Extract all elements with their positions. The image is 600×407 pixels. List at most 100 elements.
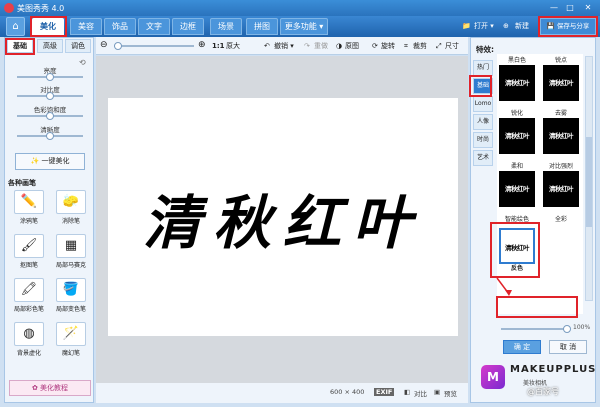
tab-beauty[interactable]: 美容 bbox=[70, 18, 102, 35]
compare-icon: ◑ bbox=[336, 42, 343, 50]
cancel-button[interactable]: 取 消 bbox=[549, 340, 587, 354]
bucket-icon: 🪣 bbox=[56, 278, 86, 302]
maximize-button[interactable]: □ bbox=[564, 2, 576, 13]
one-key-beautify-button[interactable]: ✨ 一键美化 bbox=[15, 153, 85, 170]
highlight-effect-invert bbox=[490, 222, 540, 278]
sharpness-slider[interactable] bbox=[17, 132, 83, 140]
zoom-slider[interactable] bbox=[114, 42, 194, 50]
subtab-color[interactable]: 调色 bbox=[65, 39, 91, 53]
effect-name: 全彩 bbox=[554, 216, 567, 223]
scroll-thumb[interactable] bbox=[586, 137, 592, 227]
effect-name: 黑白色 bbox=[507, 57, 526, 64]
undo-button[interactable]: 撤销 ▾ bbox=[274, 40, 294, 52]
annotation-arrow bbox=[496, 277, 512, 296]
tutorial-label: 美化教程 bbox=[40, 384, 69, 392]
work-area: 清秋红叶 bbox=[96, 56, 468, 383]
effect-sharpen[interactable]: 锐化 清秋红叶 bbox=[497, 109, 537, 154]
brush-doodle[interactable]: ✏️ 涂鸦笔 bbox=[9, 190, 49, 228]
original-image-button[interactable]: 原图 bbox=[345, 40, 359, 52]
tab-scene[interactable]: 场景 bbox=[210, 18, 242, 35]
effect-high-contrast[interactable]: 对比强烈 清秋红叶 bbox=[541, 162, 581, 207]
category-hot[interactable]: 热门 bbox=[473, 60, 493, 76]
opacity-knob[interactable] bbox=[563, 325, 571, 333]
brightness-slider[interactable] bbox=[17, 73, 83, 81]
new-button[interactable]: 新建 bbox=[515, 20, 529, 32]
rotate-button[interactable]: 旋转 bbox=[381, 40, 395, 52]
compare-toggle-icon: ◧ bbox=[404, 388, 411, 396]
preview-button[interactable]: 预览 bbox=[444, 388, 457, 398]
exif-button[interactable]: EXIF bbox=[374, 388, 395, 396]
redo-icon: ↷ bbox=[304, 42, 310, 50]
highlight-save-share bbox=[538, 16, 598, 37]
category-portrait[interactable]: 人像 bbox=[473, 114, 493, 130]
tab-collage[interactable]: 拼图 bbox=[246, 18, 278, 35]
image-canvas[interactable]: 清秋红叶 bbox=[108, 98, 458, 336]
main-toolbar: ⌂ 美化 美容 饰品 文字 边框 场景 拼图 更多功能 ▾ 📁 打开 ▾ ⊕ 新… bbox=[0, 16, 600, 37]
effects-scrollbar[interactable] bbox=[585, 56, 593, 301]
brush-recolor[interactable]: 🪣 局部变色笔 bbox=[51, 278, 91, 316]
brush-bg-blur[interactable]: ◍ 背景虚化 bbox=[9, 322, 49, 360]
effect-sharp-point[interactable]: 锐点 清秋红叶 bbox=[541, 56, 581, 101]
brightness-knob[interactable] bbox=[46, 73, 54, 81]
compare-button[interactable]: 对比 bbox=[414, 388, 427, 398]
open-button[interactable]: 打开 ▾ bbox=[474, 20, 494, 32]
zoom-out-icon[interactable]: ⊖ bbox=[100, 39, 108, 51]
minimize-button[interactable]: — bbox=[548, 2, 560, 13]
sharpness-knob[interactable] bbox=[46, 132, 54, 140]
effect-thumb: 清秋红叶 bbox=[499, 118, 535, 154]
zoom-in-icon[interactable]: ⊕ bbox=[198, 39, 206, 51]
effect-thumb: 清秋红叶 bbox=[543, 118, 579, 154]
app-logo-icon bbox=[4, 3, 14, 13]
canvas-toolbar: ⊖ ⊕ 1:1 原大 ↶ 撤销 ▾ ↷ 重做 ◑ 原图 ⟳ 旋转 ⌗ 裁剪 ⤢ … bbox=[96, 37, 468, 55]
sparkle-icon: ✿ bbox=[31, 384, 38, 392]
saturation-slider[interactable] bbox=[17, 112, 83, 120]
brand-banner: M MAKEUPPLUS 美妆相机 @百家号 bbox=[477, 362, 597, 398]
home-button[interactable]: ⌂ bbox=[6, 17, 25, 36]
category-fashion[interactable]: 时尚 bbox=[473, 132, 493, 148]
tab-frame[interactable]: 边框 bbox=[172, 18, 204, 35]
category-art[interactable]: 艺术 bbox=[473, 150, 493, 166]
brush-magic[interactable]: 🪄 魔幻笔 bbox=[51, 322, 91, 360]
resize-button[interactable]: 尺寸 bbox=[445, 40, 459, 52]
pencil-icon: ✏️ bbox=[14, 190, 44, 214]
brush-label: 抠图笔 bbox=[19, 262, 38, 269]
category-lomo[interactable]: Lomo bbox=[473, 96, 493, 112]
highlight-confirm bbox=[496, 296, 578, 318]
tutorial-button[interactable]: ✿ 美化教程 bbox=[9, 380, 91, 396]
effect-name: 锐点 bbox=[554, 57, 567, 64]
contrast-slider[interactable] bbox=[17, 92, 83, 100]
magic-icon: ✨ bbox=[30, 157, 40, 165]
brush-label: 消除笔 bbox=[61, 218, 80, 225]
tab-more[interactable]: 更多功能 ▾ bbox=[280, 18, 328, 35]
saturation-knob[interactable] bbox=[46, 112, 54, 120]
cutout-icon: 🖌 bbox=[14, 234, 44, 258]
brush-partial-color[interactable]: 🖍 局部彩色笔 bbox=[9, 278, 49, 316]
image-dimensions: 600 × 400 bbox=[330, 388, 365, 396]
effect-bw[interactable]: 黑白色 清秋红叶 bbox=[497, 56, 537, 101]
folder-icon: 📁 bbox=[462, 22, 471, 30]
makeupplus-logo-icon: M bbox=[481, 365, 505, 389]
brush-cutout[interactable]: 🖌 抠图笔 bbox=[9, 234, 49, 272]
contrast-knob[interactable] bbox=[46, 92, 54, 100]
close-button[interactable]: ✕ bbox=[582, 2, 594, 13]
tab-text[interactable]: 文字 bbox=[138, 18, 170, 35]
tab-accessories[interactable]: 饰品 bbox=[104, 18, 136, 35]
crop-button[interactable]: 裁剪 bbox=[413, 40, 427, 52]
opacity-slider[interactable] bbox=[501, 325, 571, 333]
original-size-button[interactable]: 原大 bbox=[226, 40, 240, 52]
brush-mosaic[interactable]: ▦ 局部马赛克 bbox=[51, 234, 91, 272]
highlight-category-basic bbox=[469, 75, 492, 97]
redo-button[interactable]: 重做 bbox=[314, 40, 328, 52]
confirm-button[interactable]: 确 定 bbox=[503, 340, 541, 354]
effect-name: 对比强烈 bbox=[548, 163, 573, 170]
subtab-advanced[interactable]: 高级 bbox=[37, 39, 63, 53]
effect-soft[interactable]: 柔和 清秋红叶 bbox=[497, 162, 537, 207]
effect-thumb: 清秋红叶 bbox=[543, 65, 579, 101]
brand-name: MAKEUPPLUS bbox=[510, 364, 597, 375]
effect-dehaze[interactable]: 去雾 清秋红叶 bbox=[541, 109, 581, 154]
ratio-button[interactable]: 1:1 bbox=[212, 40, 225, 52]
effect-full-color[interactable]: 全彩 bbox=[541, 215, 581, 224]
brush-eraser[interactable]: 🧽 消除笔 bbox=[51, 190, 91, 228]
zoom-knob[interactable] bbox=[114, 42, 122, 50]
brush-label: 背景虚化 bbox=[16, 350, 41, 357]
